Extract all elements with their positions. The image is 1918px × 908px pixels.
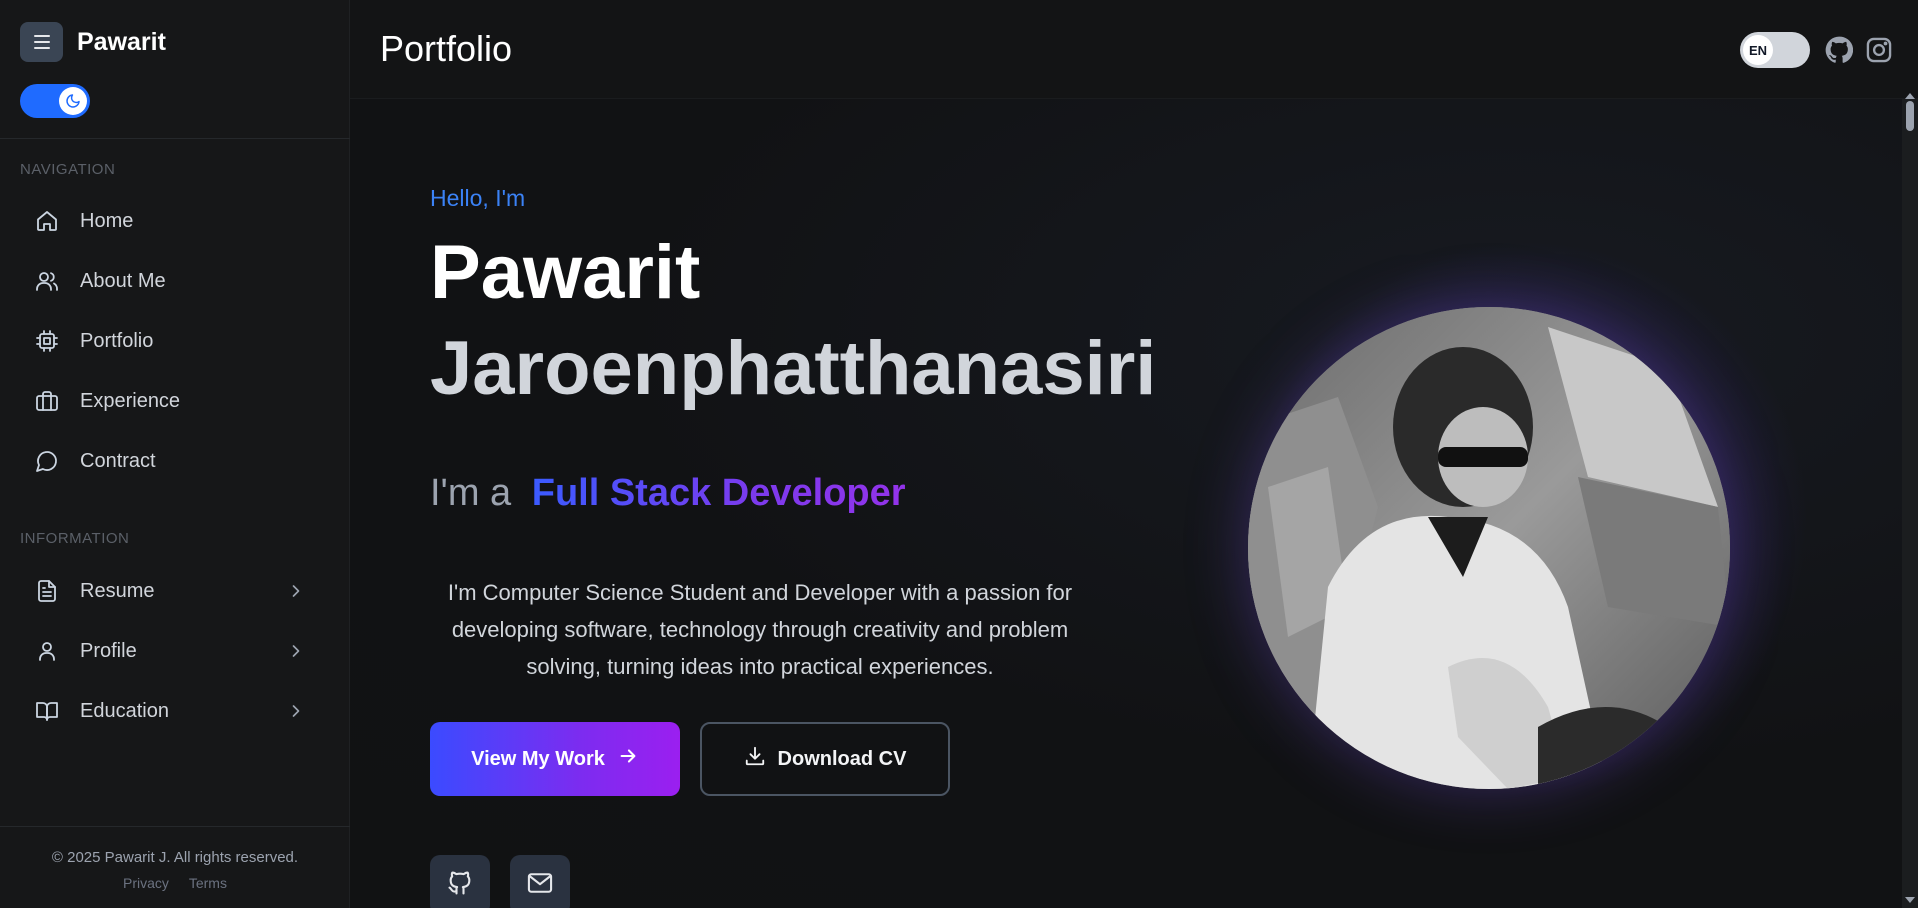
github-icon [446, 869, 474, 902]
arrow-right-icon [617, 745, 639, 773]
github-link-button[interactable] [430, 855, 490, 908]
privacy-link[interactable]: Privacy [123, 875, 169, 891]
top-header: Portfolio EN [350, 0, 1918, 99]
home-icon [34, 208, 60, 234]
brand-name[interactable]: Pawarit [77, 28, 166, 57]
sidebar-item-label: Portfolio [80, 329, 154, 352]
sidebar-item-portfolio[interactable]: Portfolio [20, 317, 320, 365]
scroll-thumb[interactable] [1906, 101, 1914, 131]
theme-toggle[interactable] [20, 84, 90, 118]
hamburger-line [33, 41, 50, 43]
sidebar-item-label: Profile [80, 639, 137, 662]
sidebar-footer: © 2025 Pawarit J. All rights reserved. P… [0, 826, 350, 908]
download-cv-label: Download CV [777, 747, 907, 770]
sidebar-item-experience[interactable]: Experience [20, 377, 320, 425]
hero-description: I'm Computer Science Student and Develop… [447, 580, 1073, 679]
sidebar-item-label: Home [80, 209, 134, 232]
footer-links: Privacy Terms [0, 875, 350, 891]
chevron-right-icon [286, 701, 306, 721]
sidebar-header: Pawarit [0, 0, 350, 139]
sidebar-item-label: Contract [80, 449, 156, 472]
view-my-work-label: View My Work [471, 747, 605, 770]
briefcase-icon [34, 388, 60, 414]
sidebar-item-label: Experience [80, 389, 181, 412]
scroll-down-icon[interactable] [1905, 897, 1915, 903]
sidebar-item-about[interactable]: About Me [20, 257, 320, 305]
sidebar-item-profile[interactable]: Profile [20, 627, 320, 675]
scroll-up-icon[interactable] [1905, 93, 1915, 99]
language-toggle[interactable]: EN [1740, 32, 1810, 68]
menu-button[interactable] [20, 22, 63, 62]
user-icon [34, 638, 60, 664]
language-label: EN [1743, 35, 1773, 65]
role-line: I'm a Full Stack Developer [430, 472, 906, 515]
sidebar-item-label: About Me [80, 269, 166, 292]
copyright-text: © 2025 Pawarit J. All rights reserved. [51, 849, 299, 866]
download-icon [744, 745, 766, 773]
sidebar-item-label: Resume [80, 579, 155, 602]
book-icon [34, 698, 60, 724]
page-scrollbar[interactable] [1902, 93, 1918, 908]
role-prefix: I'm a [430, 472, 512, 514]
role-title: Full Stack Developer [531, 472, 906, 514]
moon-icon [59, 87, 87, 115]
profile-photo [1248, 307, 1730, 789]
document-icon [34, 578, 60, 604]
mail-icon [526, 869, 554, 902]
chevron-right-icon [286, 641, 306, 661]
download-cv-button[interactable]: Download CV [700, 722, 950, 796]
sidebar-item-contract[interactable]: Contract [20, 437, 320, 485]
sidebar-item-resume[interactable]: Resume [20, 567, 320, 615]
chat-icon [34, 448, 60, 474]
terms-link[interactable]: Terms [189, 875, 227, 891]
email-link-button[interactable] [510, 855, 570, 908]
view-my-work-button[interactable]: View My Work [430, 722, 680, 796]
greeting-text: Hello, I'm [430, 185, 526, 211]
chevron-right-icon [286, 581, 306, 601]
sidebar-item-education[interactable]: Education [20, 687, 320, 735]
page-title: Portfolio [380, 28, 513, 69]
hero-first-name: Pawarit [430, 230, 701, 315]
sidebar: Pawarit NAVIGATION Home About Me Portfol… [0, 0, 350, 908]
hero-last-name: Jaroenphatthanasiri [430, 326, 1157, 411]
section-title-navigation: NAVIGATION [20, 161, 116, 178]
hamburger-line [33, 47, 50, 49]
chip-icon [34, 328, 60, 354]
sidebar-item-label: Education [80, 699, 169, 722]
sidebar-item-home[interactable]: Home [20, 197, 320, 245]
hamburger-icon [33, 35, 50, 37]
github-icon[interactable] [1825, 36, 1854, 64]
users-icon [34, 268, 60, 294]
instagram-icon[interactable] [1865, 36, 1893, 64]
section-title-information: INFORMATION [20, 530, 130, 547]
hero-section: Hello, I'm Pawarit Jaroenphatthanasiri I… [350, 99, 1902, 908]
